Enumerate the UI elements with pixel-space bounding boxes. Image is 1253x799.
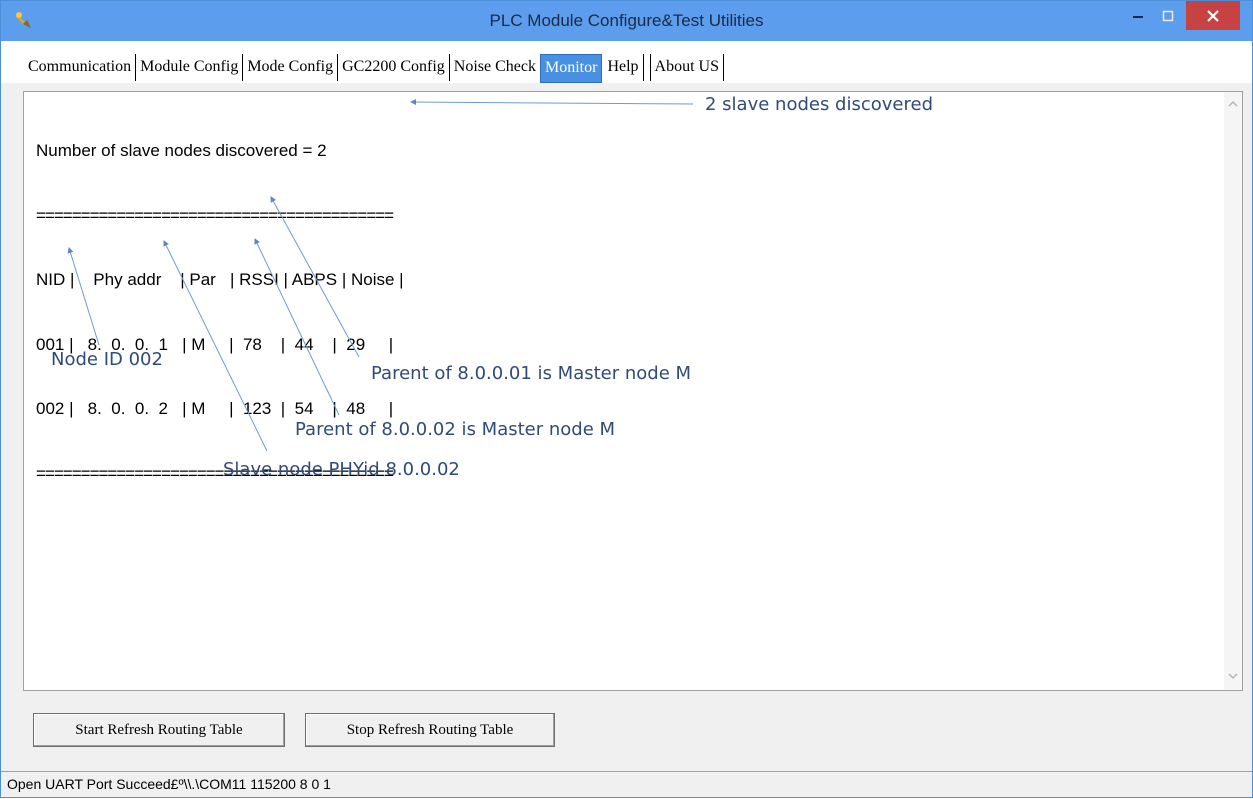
tab-about-us[interactable]: About US (649, 54, 724, 81)
table-row: 002 | 8. 0. 0. 2 | M | 123 | 54 | 48 | (36, 399, 394, 418)
annotation-parent-1: Parent of 8.0.0.01 is Master node M (371, 363, 692, 384)
tab-gc2200-config[interactable]: GC2200 Config (338, 54, 450, 81)
tab-communication[interactable]: Communication (24, 54, 137, 81)
tab-strip: Communication Module Config Mode Config … (24, 54, 724, 83)
title-bar: PLC Module Configure&Test Utilities (1, 1, 1252, 41)
tab-noise-check[interactable]: Noise Check (450, 54, 540, 81)
status-bar: Open UART Port Succeed£º\\.\COM11 115200… (1, 771, 1252, 797)
tab-mode-config[interactable]: Mode Config (243, 54, 339, 81)
minimize-button[interactable] (1123, 1, 1153, 30)
app-window: PLC Module Configure&Test Utilities Comm… (0, 0, 1253, 798)
annotation-node-id: Node ID 002 (51, 349, 163, 370)
window-title: PLC Module Configure&Test Utilities (489, 11, 764, 30)
minimize-icon (1133, 15, 1143, 18)
maximize-icon (1162, 10, 1174, 21)
scroll-up-icon[interactable] (1228, 100, 1238, 108)
stop-refresh-button[interactable]: Stop Refresh Routing Table (305, 713, 555, 747)
table-header: NID | Phy addr | Par | RSSI | ABPS | Noi… (36, 270, 404, 289)
separator-line: ======================================== (36, 205, 394, 225)
annotation-slave-nodes: 2 slave nodes discovered (705, 94, 933, 115)
close-button[interactable] (1186, 1, 1240, 30)
close-icon (1207, 9, 1219, 22)
tab-help[interactable]: Help (603, 54, 644, 81)
annotation-parent-2: Parent of 8.0.0.02 is Master node M (295, 419, 616, 440)
tab-monitor[interactable]: Monitor (539, 54, 603, 83)
tab-module-config[interactable]: Module Config (136, 54, 244, 81)
annotation-phyid: Slave node PHYid 8.0.0.02 (223, 459, 460, 480)
slave-count-line: Number of slave nodes discovered = 2 (36, 141, 327, 160)
scroll-down-icon[interactable] (1228, 672, 1238, 680)
vertical-scrollbar[interactable] (1224, 92, 1242, 690)
start-refresh-button[interactable]: Start Refresh Routing Table (33, 713, 285, 747)
maximize-button[interactable] (1153, 1, 1183, 30)
